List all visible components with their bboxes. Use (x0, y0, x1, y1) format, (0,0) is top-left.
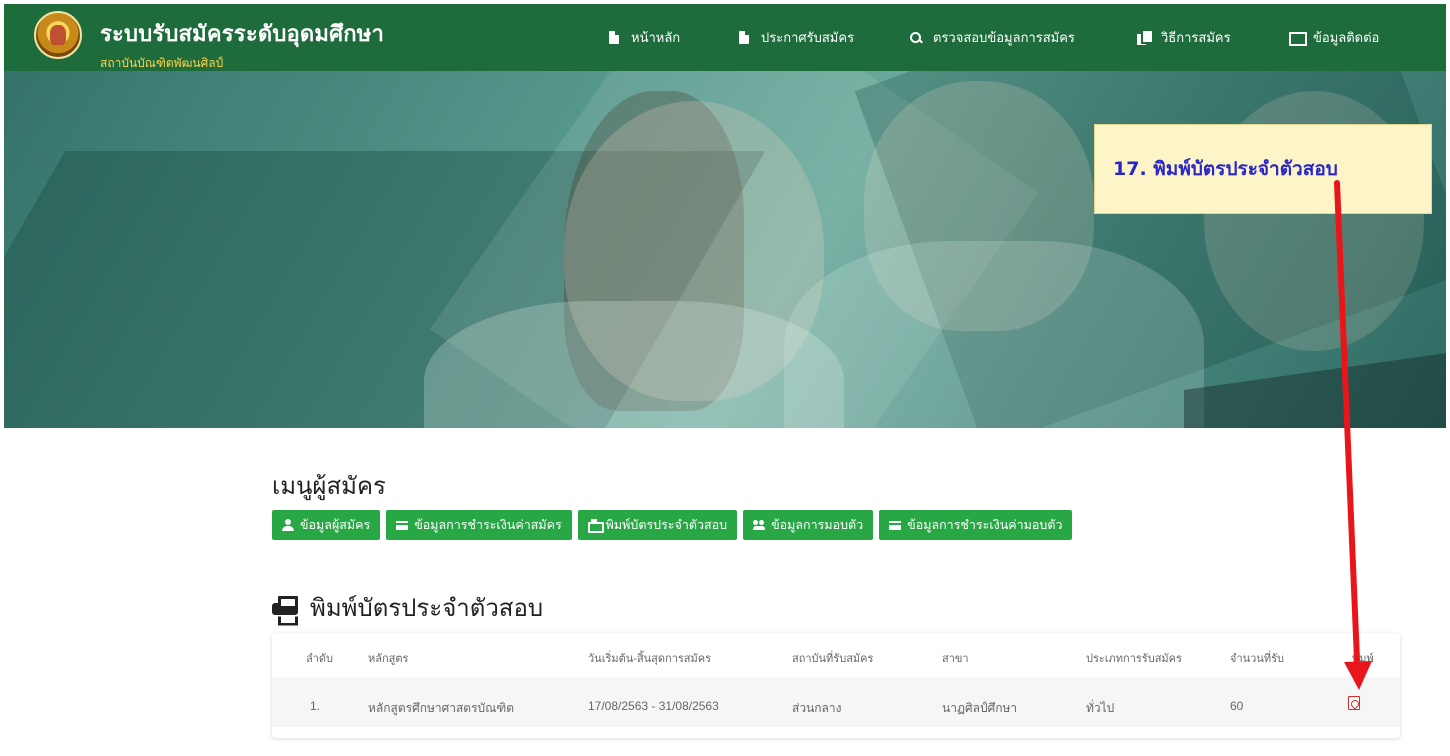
enrollment-payment-button[interactable]: ข้อมูลการชำระเงินค่ามอบตัว (879, 510, 1073, 540)
column-header: ประเภทการรับสมัคร (1086, 653, 1182, 665)
application-payment-label: ข้อมูลการชำระเงินค่าสมัคร (414, 518, 562, 532)
card-icon (889, 519, 902, 531)
hero-person (424, 301, 844, 428)
table-row: 1. หลักสูตรศึกษาศาสตรบัณฑิต 17/08/2563 -… (272, 677, 1400, 727)
application-payment-button[interactable]: ข้อมูลการชำระเงินค่าสมัคร (386, 510, 572, 540)
card-icon (396, 519, 409, 531)
enrollment-payment-label: ข้อมูลการชำระเงินค่ามอบตัว (907, 518, 1063, 532)
nav-how-to-apply-label: วิธีการสมัคร (1161, 30, 1231, 45)
nav-home[interactable]: หน้าหลัก (607, 4, 680, 71)
user-icon (282, 519, 294, 531)
hero-laptop (1184, 352, 1446, 428)
institute-logo[interactable] (34, 11, 82, 59)
table-cell: หลักสูตรศึกษาศาสตรบัณฑิต (368, 701, 515, 715)
nav-contact-label: ข้อมูลติดต่อ (1313, 30, 1380, 45)
table-cell: 60 (1230, 699, 1244, 713)
column-header: พิมพ์ (1352, 653, 1374, 665)
column-header: ลำดับ (306, 653, 334, 665)
nav-how-to-apply[interactable]: วิธีการสมัคร (1137, 4, 1231, 71)
printer-icon (272, 596, 298, 620)
applicant-menu-title: เมนูผู้สมัคร (272, 473, 386, 500)
column-header: หลักสูตร (368, 653, 409, 665)
nav-check-application[interactable]: ตรวจสอบข้อมูลการสมัคร (909, 4, 1075, 71)
nav-contact[interactable]: ข้อมูลติดต่อ (1289, 4, 1379, 71)
search-icon (909, 31, 923, 45)
instruction-callout-text: 17. พิมพ์บัตรประจำตัวสอบ (1113, 158, 1338, 180)
applicant-info-label: ข้อมูลผู้สมัคร (300, 518, 371, 532)
table-cell: 17/08/2563 - 31/08/2563 (588, 699, 719, 713)
column-header: จำนวนที่รับ (1230, 653, 1284, 665)
monitor-icon (1289, 31, 1307, 46)
nav-home-label: หน้าหลัก (631, 30, 681, 45)
document-icon (737, 30, 751, 45)
section-title: พิมพ์บัตรประจำตัวสอบ (272, 588, 543, 627)
print-icon (587, 519, 604, 533)
users-icon (753, 519, 766, 531)
instruction-callout: 17. พิมพ์บัตรประจำตัวสอบ (1094, 124, 1432, 214)
applicant-menu: ข้อมูลผู้สมัคร ข้อมูลการชำระเงินค่าสมัคร… (272, 510, 1073, 540)
table-cell: ส่วนกลาง (792, 701, 842, 715)
nav-check-application-label: ตรวจสอบข้อมูลการสมัคร (933, 30, 1075, 45)
print-exam-card-label: พิมพ์บัตรประจำตัวสอบ (605, 518, 728, 532)
nav-announcement[interactable]: ประกาศรับสมัคร (737, 4, 854, 71)
section-title-text: พิมพ์บัตรประจำตัวสอบ (310, 595, 544, 622)
document-icon (607, 30, 621, 45)
exam-card-table: ลำดับ หลักสูตร วันเริ่มต้น-สิ้นสุดการสมั… (272, 633, 1400, 738)
top-navbar: ระบบรับสมัครระดับอุดมศึกษา สถาบันบัณฑิตพ… (4, 4, 1446, 71)
nav-announcement-label: ประกาศรับสมัคร (761, 30, 855, 45)
column-header: สถาบันที่รับสมัคร (792, 653, 874, 665)
applicant-info-button[interactable]: ข้อมูลผู้สมัคร (272, 510, 381, 540)
enrollment-info-button[interactable]: ข้อมูลการมอบตัว (743, 510, 874, 540)
brand-title: ระบบรับสมัครระดับอุดมศึกษา (100, 21, 385, 46)
print-exam-card-button[interactable]: พิมพ์บัตรประจำตัวสอบ (577, 510, 738, 540)
column-header: สาขา (942, 653, 969, 665)
table-header-row: ลำดับ หลักสูตร วันเริ่มต้น-สิ้นสุดการสมั… (272, 649, 1400, 669)
enrollment-info-label: ข้อมูลการมอบตัว (771, 518, 864, 532)
copy-icon (1137, 30, 1152, 45)
pdf-icon[interactable] (1348, 696, 1360, 710)
table-cell: ทั่วไป (1086, 701, 1115, 715)
table-cell: 1. (310, 699, 321, 713)
brand[interactable]: ระบบรับสมัครระดับอุดมศึกษา สถาบันบัณฑิตพ… (100, 16, 384, 73)
hero-person (784, 241, 1204, 428)
table-cell: นาฏศิลป์ศึกษา (942, 701, 1018, 715)
column-header: วันเริ่มต้น-สิ้นสุดการสมัคร (588, 653, 712, 665)
